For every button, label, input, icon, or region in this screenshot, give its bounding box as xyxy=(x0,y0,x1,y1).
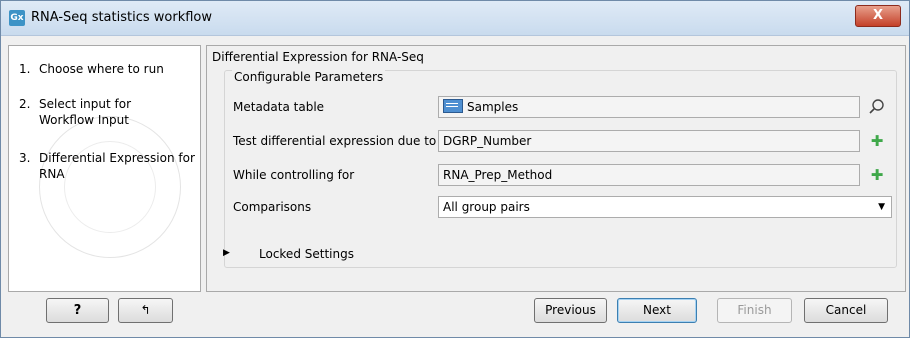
add-icon[interactable]: ✚ xyxy=(868,132,886,150)
controlling-for-field[interactable]: RNA_Prep_Method xyxy=(438,164,860,186)
step-label: Differential Expression for RNA xyxy=(39,151,195,181)
help-icon: ? xyxy=(73,303,82,318)
comparisons-select[interactable]: All group pairs ▼ xyxy=(438,196,892,218)
comparisons-label: Comparisons xyxy=(233,200,312,214)
test-differential-field[interactable]: DGRP_Number xyxy=(438,130,860,152)
previous-button[interactable]: Previous xyxy=(534,298,607,323)
help-button[interactable]: ? xyxy=(46,298,109,323)
step-number: 1. xyxy=(19,62,31,76)
step-label: Select input for Workflow Input xyxy=(39,97,132,127)
chevron-down-icon: ▼ xyxy=(878,202,885,212)
close-button[interactable]: X xyxy=(855,5,901,27)
settings-panel: Differential Expression for RNA-Seq Conf… xyxy=(206,45,906,292)
wizard-steps-panel: 1. Choose where to run 2. Select input f… xyxy=(8,45,201,292)
controlling-for-value: RNA_Prep_Method xyxy=(443,168,553,182)
window-title: RNA-Seq statistics workflow xyxy=(31,10,213,25)
finish-button[interactable]: Finish xyxy=(717,298,792,323)
comparisons-value: All group pairs xyxy=(443,200,530,214)
metadata-table-field[interactable]: Samples xyxy=(438,96,860,118)
panel-title: Differential Expression for RNA-Seq xyxy=(212,50,424,64)
locked-settings-label: Locked Settings xyxy=(259,247,354,261)
controlling-for-label: While controlling for xyxy=(233,168,355,182)
browse-icon[interactable] xyxy=(868,98,886,116)
test-differential-label: Test differential expression due to xyxy=(233,134,437,148)
metadata-table-value: Samples xyxy=(467,100,519,114)
title-bar[interactable]: Gx RNA-Seq statistics workflow X xyxy=(1,1,909,36)
group-title: Configurable Parameters xyxy=(232,70,386,84)
next-button[interactable]: Next xyxy=(617,298,697,323)
table-icon xyxy=(443,99,463,113)
test-differential-value: DGRP_Number xyxy=(443,134,532,148)
dialog-window: Gx RNA-Seq statistics workflow X 1. Choo… xyxy=(0,0,910,338)
app-icon: Gx xyxy=(9,10,25,26)
expand-triangle-icon: ▶ xyxy=(223,248,230,258)
reset-icon: ↰ xyxy=(140,303,151,317)
cancel-button[interactable]: Cancel xyxy=(804,298,888,323)
step-number: 2. xyxy=(19,97,31,111)
configurable-parameters-group: Configurable Parameters Metadata table S… xyxy=(224,70,897,268)
step-label: Choose where to run xyxy=(39,62,164,76)
reset-button[interactable]: ↰ xyxy=(118,298,173,323)
add-icon[interactable]: ✚ xyxy=(868,166,886,184)
metadata-table-label: Metadata table xyxy=(233,100,325,114)
step-number: 3. xyxy=(19,151,31,165)
